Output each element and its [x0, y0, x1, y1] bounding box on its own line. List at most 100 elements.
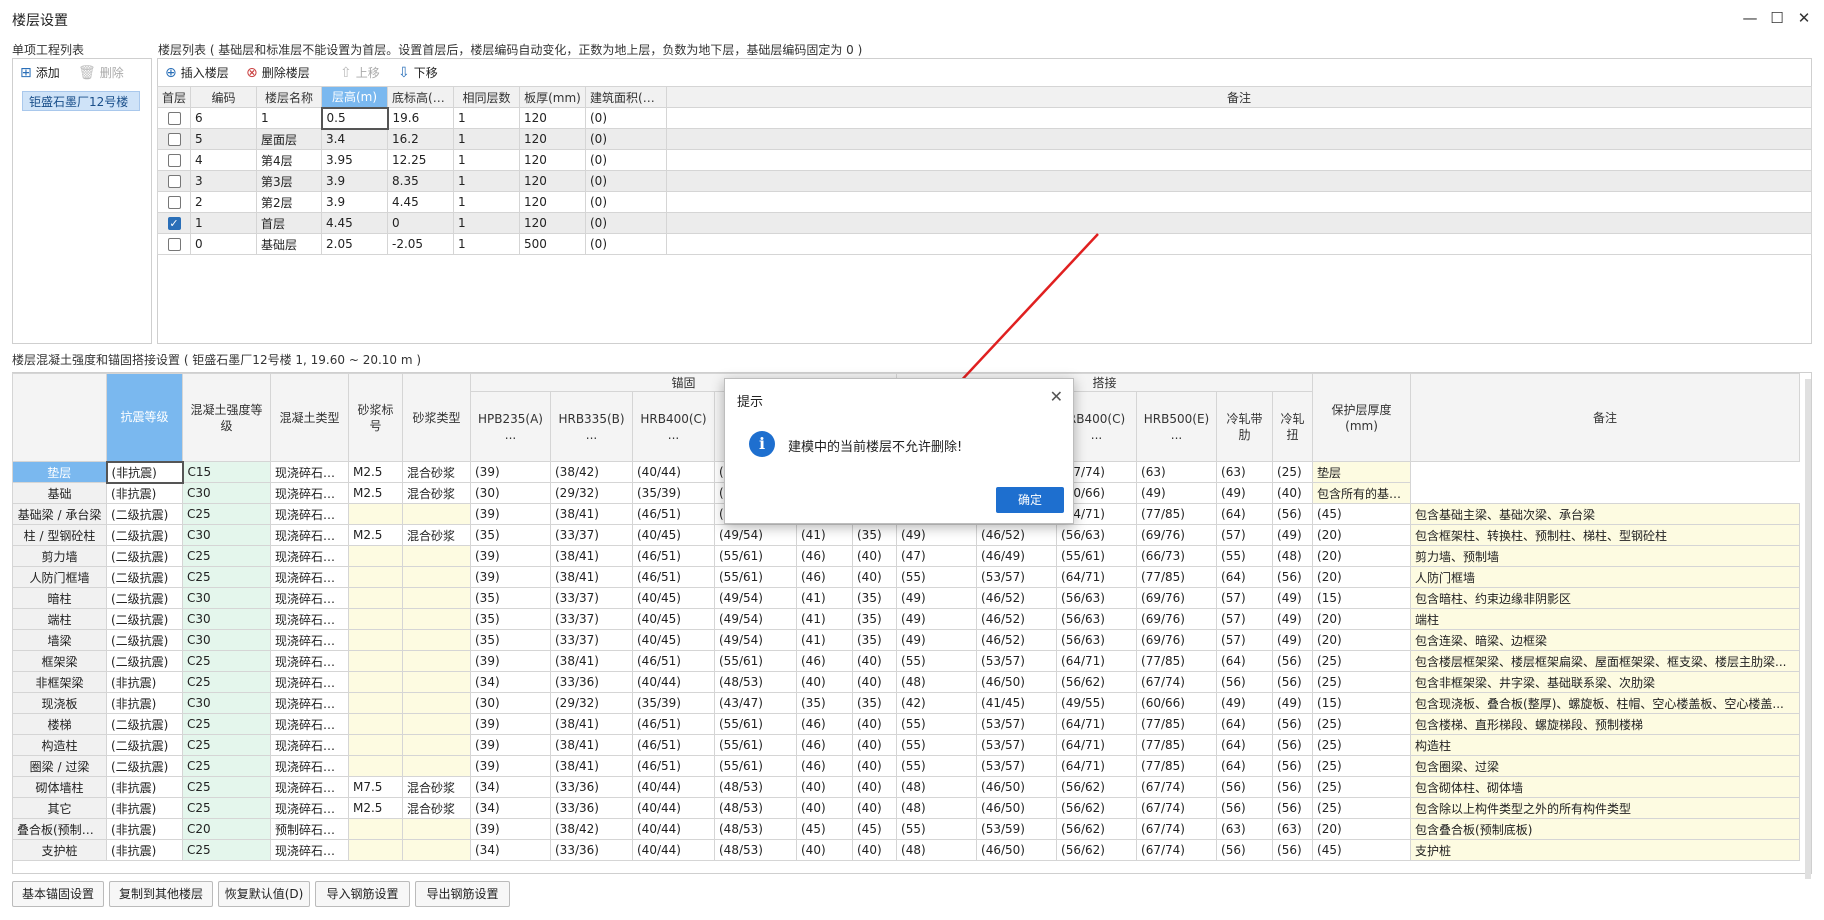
floor-row[interactable]: ✓ 1 首层 4.45 0 1 120 (0) [157, 212, 1812, 234]
concrete-cell[interactable]: (46/49) [976, 545, 1058, 567]
concrete-cell[interactable]: (56) [1272, 713, 1314, 735]
concrete-row[interactable]: 暗柱 (二级抗震) C30 现浇碎石混... (35) (33/37) (40/45) (49… [12, 587, 1800, 609]
concrete-cell[interactable]: 现浇碎石混... [270, 461, 349, 483]
concrete-cell[interactable]: (48) [896, 839, 978, 861]
col-anchor-hpb235[interactable]: HPB235(A) ... [470, 391, 551, 462]
concrete-cell[interactable]: 预制碎石混... [270, 818, 349, 840]
concrete-cell[interactable]: (64) [1216, 650, 1274, 672]
concrete-cell[interactable]: (二级抗震) [106, 734, 183, 756]
concrete-cell[interactable]: (非抗震) [106, 671, 183, 693]
concrete-cell[interactable]: 包含非框架梁、井字梁、基础联系梁、次肋梁 [1410, 671, 1800, 693]
concrete-cell[interactable]: (56) [1216, 671, 1274, 693]
col-height[interactable]: 层高(m) [321, 86, 388, 108]
concrete-cell[interactable]: (55) [896, 818, 978, 840]
concrete-cell[interactable]: (46/50) [976, 839, 1058, 861]
floor-cell-code[interactable]: 5 [190, 128, 257, 150]
concrete-cell[interactable]: 现浇碎石混... [270, 755, 349, 777]
concrete-cell[interactable]: 构造柱 [1410, 734, 1800, 756]
copy-to-other-floors-button[interactable]: 复制到其他楼层 [109, 881, 213, 907]
concrete-cell[interactable]: (30) [470, 692, 551, 714]
concrete-cell[interactable]: (39) [470, 713, 551, 735]
concrete-cell[interactable]: 包含楼梯、直形梯段、螺旋梯段、预制楼梯 [1410, 713, 1800, 735]
concrete-cell[interactable]: (55) [1216, 545, 1274, 567]
concrete-cell[interactable]: (77/85) [1136, 755, 1218, 777]
concrete-cell[interactable]: (20) [1312, 524, 1412, 546]
concrete-cell[interactable]: (25) [1312, 755, 1412, 777]
vertical-scrollbar[interactable] [1805, 379, 1811, 879]
close-button[interactable]: ✕ [1792, 8, 1816, 28]
concrete-cell[interactable]: (33/37) [550, 524, 633, 546]
concrete-cell[interactable]: M7.5 [348, 776, 403, 798]
concrete-cell[interactable]: (35/39) [632, 692, 715, 714]
delete-project-button[interactable]: 🗑 删除 [78, 64, 124, 81]
concrete-cell[interactable]: (67/74) [1136, 671, 1218, 693]
col-concrete-type[interactable]: 混凝土类型 [270, 373, 349, 462]
concrete-cell[interactable]: (二级抗震) [106, 503, 183, 525]
concrete-cell[interactable]: (41) [796, 587, 853, 609]
concrete-cell[interactable]: (39) [470, 734, 551, 756]
concrete-cell[interactable]: (64/71) [1056, 734, 1138, 756]
concrete-cell[interactable]: (29/32) [550, 692, 633, 714]
concrete-cell[interactable] [402, 608, 471, 630]
concrete-cell[interactable]: (77/85) [1136, 734, 1218, 756]
concrete-cell[interactable]: (40/44) [632, 671, 715, 693]
first-floor-cell[interactable] [157, 107, 191, 129]
concrete-row[interactable]: 柱 / 型钢砼柱 (二级抗震) C30 现浇碎石混... M2.5 混合砂浆 (35) (33… [12, 524, 1800, 546]
concrete-row[interactable]: 端柱 (二级抗震) C30 现浇碎石混... (35) (33/37) (40/45) (49… [12, 608, 1800, 630]
concrete-cell[interactable]: (25) [1312, 650, 1412, 672]
concrete-cell[interactable] [402, 566, 471, 588]
concrete-cell[interactable]: (33/36) [550, 671, 633, 693]
col-cover[interactable]: 保护层厚度(mm) [1312, 373, 1412, 462]
floor-cell-same[interactable]: 1 [453, 191, 520, 213]
concrete-cell[interactable]: (46/51) [632, 755, 715, 777]
basic-anchor-settings-button[interactable]: 基本锚固设置 [12, 881, 104, 907]
minimize-button[interactable]: — [1738, 8, 1762, 28]
floor-cell-code[interactable]: 1 [190, 212, 257, 234]
floor-row[interactable]: 6 1 0.5 19.6 1 120 (0) [157, 106, 1812, 130]
concrete-cell[interactable]: (45) [1312, 839, 1412, 861]
floor-cell-note[interactable] [666, 107, 1812, 129]
concrete-cell[interactable]: (40) [851, 776, 898, 798]
concrete-cell[interactable]: (非抗震) [106, 839, 183, 861]
concrete-cell[interactable]: 混合砂浆 [402, 524, 471, 546]
concrete-cell[interactable]: (69/76) [1136, 524, 1218, 546]
concrete-cell[interactable]: 现浇碎石混... [270, 503, 349, 525]
concrete-cell[interactable]: (39) [470, 650, 551, 672]
floor-cell-name[interactable]: 基础层 [256, 233, 322, 255]
concrete-cell[interactable]: C25 [182, 755, 271, 777]
concrete-cell[interactable]: (56/63) [1056, 608, 1138, 630]
col-anchor-hrb400[interactable]: HRB400(C) ... [632, 391, 715, 462]
floor-cell-code[interactable]: 2 [190, 191, 257, 213]
concrete-cell[interactable]: 包含除以上构件类型之外的所有构件类型 [1410, 797, 1800, 819]
concrete-cell[interactable] [402, 818, 471, 840]
concrete-cell[interactable]: (49) [1272, 524, 1314, 546]
concrete-cell[interactable]: (56) [1272, 839, 1314, 861]
concrete-cell[interactable]: (35) [470, 629, 551, 651]
concrete-cell[interactable]: (39) [470, 755, 551, 777]
concrete-cell[interactable]: (64) [1216, 734, 1274, 756]
concrete-cell[interactable]: C25 [182, 650, 271, 672]
col-mortar-grade[interactable]: 砂浆标号 [348, 373, 403, 462]
concrete-cell[interactable]: (55/61) [1056, 545, 1138, 567]
floor-cell-area[interactable]: (0) [585, 149, 667, 171]
concrete-cell[interactable] [348, 587, 403, 609]
concrete-cell[interactable]: M2.5 [348, 482, 403, 504]
concrete-row[interactable]: 现浇板 (非抗震) C30 现浇碎石混... (30) (29/32) (35/39) (43… [12, 692, 1800, 714]
concrete-cell[interactable]: 包含砌体柱、砌体墙 [1410, 776, 1800, 798]
col-concrete-note[interactable]: 备注 [1410, 373, 1800, 462]
floor-cell-slab[interactable]: 120 [519, 149, 586, 171]
concrete-cell[interactable] [402, 692, 471, 714]
floor-cell-slab[interactable]: 120 [519, 170, 586, 192]
concrete-cell[interactable]: (30) [470, 482, 551, 504]
concrete-cell[interactable]: (45) [1312, 503, 1412, 525]
first-floor-cell[interactable] [157, 149, 191, 171]
concrete-cell[interactable]: C25 [182, 713, 271, 735]
concrete-cell[interactable]: (56/62) [1056, 776, 1138, 798]
concrete-cell[interactable]: (48/53) [714, 839, 797, 861]
concrete-cell[interactable]: (55/61) [714, 734, 797, 756]
floor-cell-name[interactable]: 屋面层 [256, 128, 322, 150]
concrete-cell[interactable]: (40) [851, 755, 898, 777]
concrete-cell[interactable]: (40/44) [632, 839, 715, 861]
first-floor-checkbox[interactable] [167, 133, 181, 146]
concrete-cell[interactable]: (25) [1312, 734, 1412, 756]
